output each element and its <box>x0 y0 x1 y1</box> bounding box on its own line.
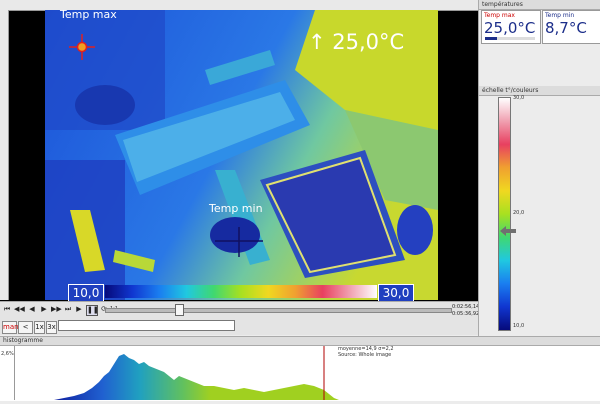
vertical-color-scale[interactable] <box>498 97 511 331</box>
timeline-handle[interactable] <box>175 304 184 316</box>
time-total: 0:05:36,92 <box>452 311 480 317</box>
skip-end-icon[interactable]: ⏭ <box>63 305 73 314</box>
temp-min-overlay-label: Temp min <box>209 202 263 215</box>
range-button[interactable]: < > <box>18 321 33 342</box>
speed-3x-button[interactable]: 3x <box>46 321 57 334</box>
step-back-fast-icon[interactable]: ◀◀ <box>14 305 25 314</box>
temp-max-box-value: 25,0°C <box>484 19 536 37</box>
temp-max-range-indicator <box>485 37 535 40</box>
color-scale-panel-title: échelle t°/couleurs <box>479 86 600 96</box>
horizontal-color-scale <box>105 285 377 298</box>
skip-start-icon[interactable]: ⏮ <box>2 305 12 314</box>
ruler-left <box>0 10 9 300</box>
histogram-y-label: 2,6% <box>1 351 14 357</box>
temp-min-marker <box>215 227 263 257</box>
scale-pointer-icon[interactable] <box>500 221 516 236</box>
scale-max-label: 30,0 <box>378 284 414 302</box>
temp-max-marker <box>69 34 95 60</box>
temp-min-box[interactable]: Temp min 8,7°C <box>542 10 600 44</box>
temp-max-overlay-label: Temp max <box>60 8 117 21</box>
vscale-bottom-label: 10,0 <box>513 323 525 329</box>
play-icon[interactable]: ▶ <box>74 305 84 314</box>
pause-icon[interactable]: ❚❚ <box>86 305 99 316</box>
temperatures-panel-title: températures <box>479 0 600 10</box>
step-forward-fast-icon[interactable]: ▶▶ <box>51 305 62 314</box>
histogram-title: histogramme <box>0 337 600 346</box>
spot-temperature-readout: ↑ 25,0°C <box>308 30 405 54</box>
temp-min-box-value: 8,7°C <box>545 19 587 37</box>
time-current: 0:02:56,14 <box>452 304 480 310</box>
vscale-top-label: 30,0 <box>513 95 525 101</box>
scale-min-label: 10,0 <box>68 284 104 302</box>
speed-slider[interactable] <box>58 320 235 331</box>
speed-1x-button[interactable]: 1x <box>34 321 45 334</box>
step-back-icon[interactable]: ◀ <box>27 305 37 314</box>
histogram-chart[interactable] <box>14 346 600 400</box>
timeline-track[interactable] <box>105 308 452 313</box>
manual-button[interactable]: man <box>2 321 19 334</box>
step-forward-icon[interactable]: ▶ <box>39 305 49 314</box>
temp-max-box[interactable]: Temp max 25,0°C <box>481 10 541 44</box>
color-scale-panel: échelle t°/couleurs <box>478 86 600 336</box>
vscale-mid-label: 20,0 <box>513 210 525 216</box>
